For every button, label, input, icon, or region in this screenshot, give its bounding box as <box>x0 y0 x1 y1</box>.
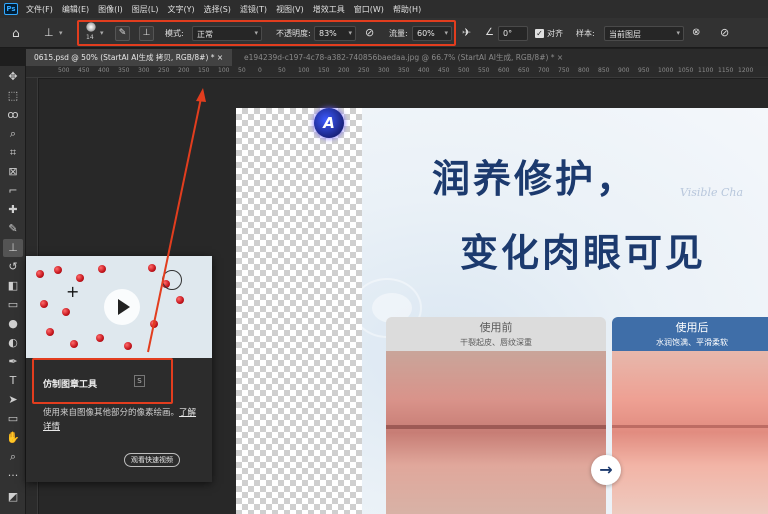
annotation-arrow-icon <box>147 88 206 353</box>
